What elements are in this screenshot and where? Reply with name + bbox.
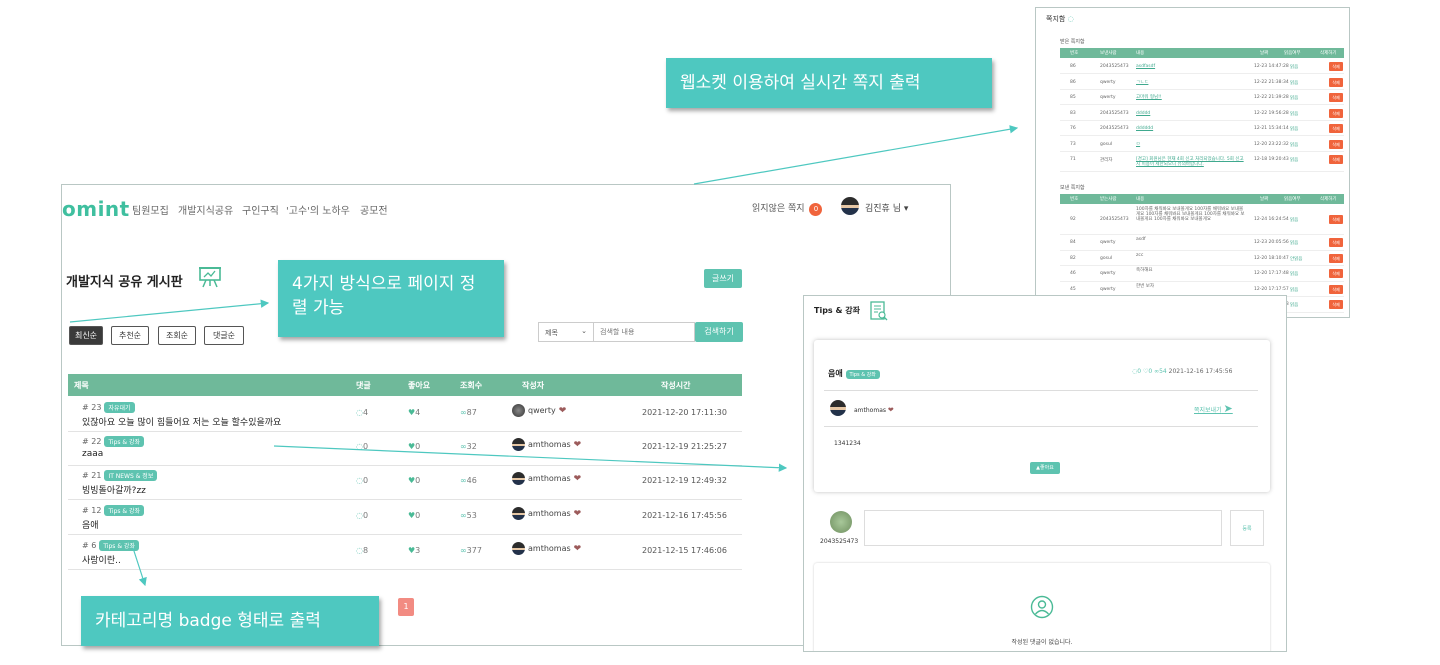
arrow-to-badge [132,547,147,587]
annotation-websocket: 웹소켓 이용하여 실시간 쪽지 출력 [666,58,992,108]
annotation-sort: 4가지 방식으로 페이지 정렬 가능 [278,260,504,337]
arrow-to-sort [69,299,270,323]
arrow-to-tips [273,445,788,472]
annotation-badge: 카테고리명 badge 형태로 출력 [81,596,379,646]
arrow-to-note [693,125,1019,185]
